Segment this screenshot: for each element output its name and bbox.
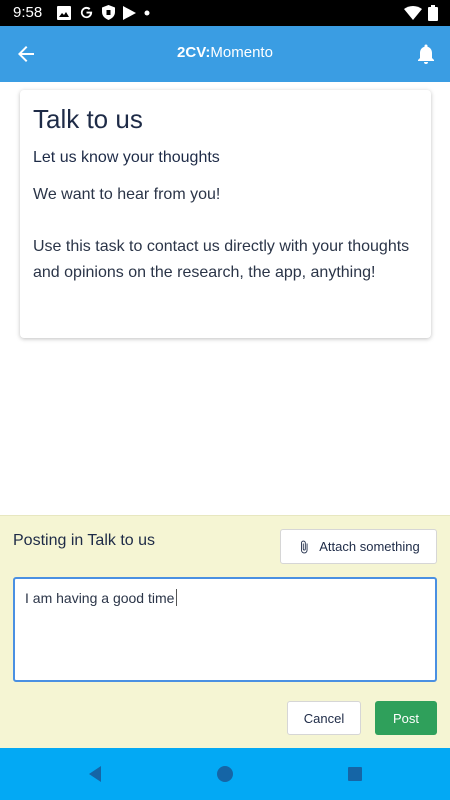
recents-square-icon[interactable] — [345, 764, 365, 784]
wifi-icon — [404, 6, 422, 20]
status-bar: 9:58 — [0, 0, 450, 26]
bell-icon[interactable] — [414, 42, 438, 66]
app-logo: 2CV:Momento — [177, 44, 273, 61]
posting-label: Posting in Talk to us — [13, 532, 156, 549]
play-store-icon — [123, 5, 136, 20]
task-subtitle: Let us know your thoughts — [33, 149, 220, 166]
back-triangle-icon[interactable] — [85, 764, 105, 784]
dot-icon — [144, 10, 150, 15]
post-composer: Posting in Talk to us Attach something I… — [0, 515, 450, 748]
paperclip-icon — [301, 540, 308, 553]
attach-button-label: Attach something — [319, 539, 420, 554]
text-caret — [176, 589, 178, 606]
task-title: Talk to us — [33, 104, 143, 134]
status-left-icons — [57, 5, 150, 20]
status-time: 9:58 — [13, 4, 43, 21]
attach-button[interactable]: Attach something — [280, 529, 437, 564]
task-card: Talk to us Let us know your thoughts We … — [20, 90, 431, 338]
home-circle-icon[interactable] — [215, 764, 235, 784]
google-icon — [80, 6, 93, 19]
system-nav-bar — [0, 748, 450, 800]
cancel-button[interactable]: Cancel — [287, 701, 361, 735]
post-button[interactable]: Post — [375, 701, 437, 735]
post-text-value: I am having a good time — [25, 590, 175, 606]
status-right-icons — [404, 5, 438, 21]
task-description-intro: We want to hear from you! — [33, 186, 221, 203]
app-bar: 2CV:Momento — [0, 26, 450, 82]
shield-icon — [102, 5, 115, 20]
task-description-body: Use this task to contact us directly wit… — [33, 238, 410, 281]
battery-icon — [428, 5, 438, 21]
image-icon — [57, 5, 71, 20]
post-text-input[interactable]: I am having a good time — [13, 577, 437, 682]
